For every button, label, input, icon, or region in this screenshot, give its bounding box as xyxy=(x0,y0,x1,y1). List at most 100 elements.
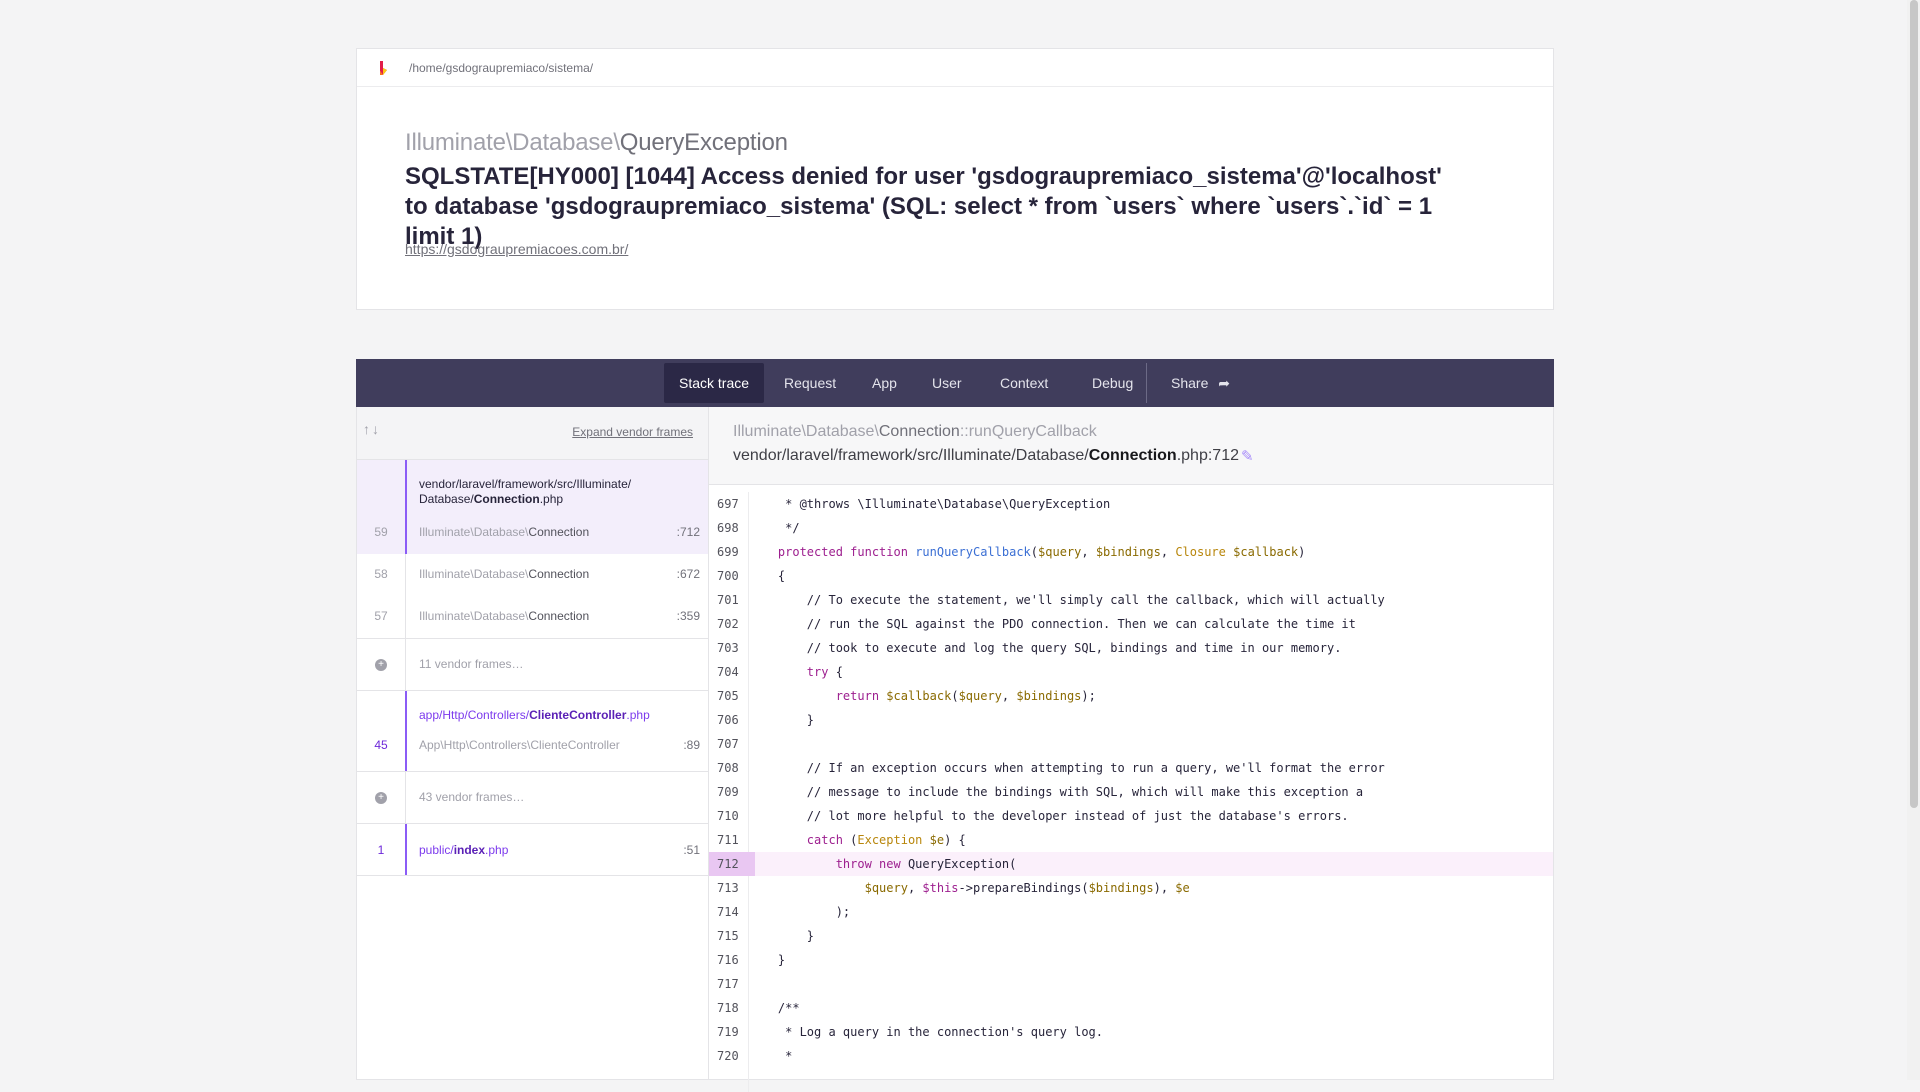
code-line: 705 return $callback($query, $bindings); xyxy=(709,684,1553,708)
frame-class-name: Connection xyxy=(528,525,590,539)
frame-number: 57 xyxy=(374,609,388,623)
page-scrollbar[interactable] xyxy=(1907,0,1920,1080)
sort-arrows-icon[interactable]: ↑↓ xyxy=(363,421,381,437)
share-label: Share xyxy=(1171,375,1209,391)
ignition-logo-icon xyxy=(380,60,387,75)
frame-file-ext: .php xyxy=(485,843,509,857)
frame-class: App\Http\Controllers\ClienteController xyxy=(419,738,620,752)
frames-header: ↑↓ Expand vendor frames xyxy=(357,407,708,460)
frame-namespace: Illuminate\Database\ xyxy=(419,609,529,623)
file-name: Connection xyxy=(1088,447,1177,464)
frame-file-ext: .php xyxy=(626,708,650,722)
app-frame-indicator xyxy=(405,824,407,875)
code-line: 697 * @throws \Illuminate\Database\Query… xyxy=(709,492,1553,516)
scrollbar-thumb[interactable] xyxy=(1910,0,1918,808)
request-url-link[interactable]: https://gsdograupremiacoes.com.br/ xyxy=(405,241,628,257)
frame-group-index[interactable]: 1 public/index.php :51 xyxy=(357,824,708,876)
code-text: catch (Exception $e) { xyxy=(806,833,966,847)
code-text: $query, $this->prepareBindings($bindings… xyxy=(864,881,1190,895)
code-text: ); xyxy=(749,905,851,919)
tab-stack-trace[interactable]: Stack trace xyxy=(664,363,765,403)
tab-user[interactable]: User xyxy=(917,363,977,403)
code-line: 704 try { xyxy=(709,660,1553,684)
frame-file-path: public/index.php xyxy=(419,843,508,858)
code-text: } xyxy=(749,713,815,727)
code-line-highlighted: 712 throw new QueryException( xyxy=(709,852,1553,876)
frame-file-path: vendor/laravel/framework/src/Illuminate/… xyxy=(419,477,631,507)
code-text: */ xyxy=(749,521,800,535)
code-text: // took to execute and log the query SQL… xyxy=(749,641,1342,655)
code-line: 701 // To execute the statement, we'll s… xyxy=(709,588,1553,612)
frame-file-ext: .php xyxy=(539,492,564,506)
exception-class: Illuminate\Database\QueryException xyxy=(405,129,788,157)
frame-line-number: :672 xyxy=(676,567,700,581)
code-text: protected function runQueryCallback($que… xyxy=(777,545,1306,559)
exception-namespace: Illuminate\Database\ xyxy=(405,129,620,156)
frame-namespace: Illuminate\Database\ xyxy=(419,567,529,581)
exception-class-name: QueryException xyxy=(619,129,788,156)
tab-context[interactable]: Context xyxy=(985,363,1063,403)
code-line: 700 { xyxy=(709,564,1553,588)
code-text: * @throws \Illuminate\Database\QueryExce… xyxy=(749,497,1111,511)
frame-rule xyxy=(405,772,406,823)
code-text: } xyxy=(749,929,815,943)
frame-class[interactable]: Illuminate\Database\Connection xyxy=(419,567,589,581)
tab-app[interactable]: App xyxy=(857,363,912,403)
frame-file-name: ClienteController xyxy=(529,708,627,722)
code-text: // run the SQL against the PDO connectio… xyxy=(749,617,1356,631)
code-text: // lot more helpful to the developer ins… xyxy=(749,809,1349,823)
file-path: vendor/laravel/framework/src/Illuminate/… xyxy=(733,447,1089,464)
frame-selected[interactable] xyxy=(357,460,708,554)
project-path: /home/gsdograupremiaco/sistema/ xyxy=(409,60,594,75)
code-text: try { xyxy=(806,665,843,679)
frame-class[interactable]: Illuminate\Database\Connection xyxy=(419,609,589,623)
error-header-card: /home/gsdograupremiaco/sistema/ Illumina… xyxy=(356,48,1554,310)
frame-class-name: Connection xyxy=(528,567,590,581)
vendor-frames-collapsed[interactable]: + 43 vendor frames… xyxy=(357,772,708,824)
share-icon: ➦ xyxy=(1218,375,1230,391)
code-line: 709 // message to include the bindings w… xyxy=(709,780,1553,804)
tab-request[interactable]: Request xyxy=(769,363,851,403)
stack-trace-panel: ↑↓ Expand vendor frames vendor/laravel/f… xyxy=(356,407,1554,1092)
code-line: 717 xyxy=(709,972,1553,996)
code-line: 698 */ xyxy=(709,516,1553,540)
frame-number: 1 xyxy=(377,843,385,857)
frame-file-prefix: vendor/laravel/framework/src/Illuminate/ xyxy=(419,477,632,491)
vendor-frames-collapsed[interactable]: + 11 vendor frames… xyxy=(357,639,708,691)
code-line: 715 } xyxy=(709,924,1553,948)
frame-file-name: index xyxy=(453,843,486,857)
code-text: return $callback($query, $bindings); xyxy=(835,689,1096,703)
method-namespace: Illuminate\Database\ xyxy=(733,423,879,440)
frame-file-prefix: public/ xyxy=(419,843,454,857)
code-line: 714 ); xyxy=(709,900,1553,924)
expand-plus-icon: + xyxy=(375,792,387,804)
expand-vendor-frames-link[interactable]: Expand vendor frames xyxy=(572,425,693,439)
selected-frame-indicator xyxy=(405,460,407,554)
frame-file-path: app/Http/Controllers/ClienteController.p… xyxy=(419,708,650,723)
frame-group-connection: vendor/laravel/framework/src/Illuminate/… xyxy=(357,460,708,639)
frame-line-number: :89 xyxy=(683,738,700,752)
code-line: 713 $query, $this->prepareBindings($bind… xyxy=(709,876,1553,900)
code-line: 699 protected function runQueryCallback(… xyxy=(709,540,1553,564)
code-line: 716 } xyxy=(709,948,1553,972)
file-line: .php:712 xyxy=(1176,447,1239,464)
frame-file-prefix: app/Http/Controllers/ xyxy=(419,708,530,722)
code-line: 703 // took to execute and log the query… xyxy=(709,636,1553,660)
share-button[interactable]: Share ➦ xyxy=(1156,363,1245,403)
code-text: /** xyxy=(749,1001,800,1015)
tab-debug[interactable]: Debug xyxy=(1077,363,1148,403)
frame-file-dir: Database/ xyxy=(419,492,474,506)
frame-group-cliente-controller[interactable]: app/Http/Controllers/ClienteController.p… xyxy=(357,691,708,772)
code-line: 718 /** xyxy=(709,996,1553,1020)
code-line: 706 } xyxy=(709,708,1553,732)
frame-file-name: Connection xyxy=(473,492,540,506)
frame-class-name: Connection xyxy=(528,609,590,623)
code-line: 708 // If an exception occurs when attem… xyxy=(709,756,1553,780)
code-header: Illuminate\Database\Connection::runQuery… xyxy=(709,407,1553,485)
frame-class[interactable]: Illuminate\Database\Connection xyxy=(419,525,589,539)
frame-line-number: :51 xyxy=(683,843,700,857)
frame-method: Illuminate\Database\Connection::runQuery… xyxy=(733,423,1097,441)
edit-pencil-icon[interactable]: ✎ xyxy=(1241,447,1254,465)
